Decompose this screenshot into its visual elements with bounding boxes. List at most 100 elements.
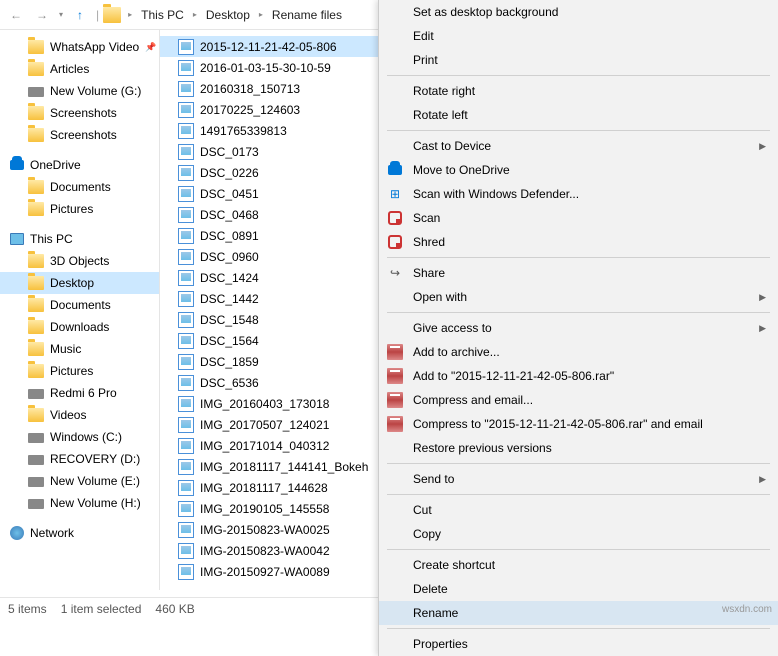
menu-item[interactable]: Restore previous versions [379,436,778,460]
image-file-icon [178,438,194,454]
folder-icon [28,62,44,76]
up-button[interactable]: ↑ [68,3,92,27]
file-name: DSC_0960 [200,250,259,264]
image-file-icon [178,522,194,538]
tree-item[interactable]: New Volume (H:) [0,492,159,514]
tree-item[interactable]: Screenshots [0,124,159,146]
folder-icon [28,40,44,54]
crumb-desktop[interactable]: Desktop [202,6,254,24]
winrar-icon [387,392,403,408]
menu-item[interactable]: Properties [379,632,778,656]
menu-item[interactable]: Rename [379,601,778,625]
menu-item[interactable]: Rotate right [379,79,778,103]
menu-item[interactable]: Compress and email... [379,388,778,412]
tree-item[interactable]: Desktop [0,272,159,294]
menu-item-label: Rotate left [413,108,766,122]
crumb-this-pc[interactable]: This PC [137,6,188,24]
menu-item-label: Open with [413,290,751,304]
tree-item-label: Screenshots [50,106,117,120]
menu-item-label: Share [413,266,766,280]
menu-item[interactable]: Move to OneDrive [379,158,778,182]
file-name: DSC_0173 [200,145,259,159]
image-file-icon [178,60,194,76]
tree-item[interactable]: Screenshots [0,102,159,124]
menu-item[interactable]: Print [379,48,778,72]
back-button[interactable]: ← [4,3,28,27]
menu-item-label: Rotate right [413,84,766,98]
tree-item[interactable]: Articles [0,58,159,80]
tree-network[interactable]: Network [0,522,159,544]
image-file-icon [178,207,194,223]
forward-button[interactable]: → [30,3,54,27]
tree-item[interactable]: Redmi 6 Pro [0,382,159,404]
mcafee-icon [388,211,402,225]
menu-item-label: Compress and email... [413,393,766,407]
menu-item-label: Shred [413,235,766,249]
menu-item[interactable]: Open with ▶ [379,285,778,309]
menu-item[interactable]: Create shortcut [379,553,778,577]
menu-separator [387,463,770,464]
menu-item-label: Set as desktop background [413,5,766,19]
image-file-icon [178,291,194,307]
menu-item[interactable]: Shred [379,230,778,254]
tree-item-label: Articles [50,62,89,76]
menu-item[interactable]: Scan [379,206,778,230]
tree-this-pc[interactable]: This PC [0,228,159,250]
menu-item[interactable]: Delete [379,577,778,601]
file-name: DSC_6536 [200,376,259,390]
image-file-icon [178,249,194,265]
folder-icon [28,408,44,422]
tree-item[interactable]: Documents [0,176,159,198]
menu-item-label: Cast to Device [413,139,751,153]
tree-item[interactable]: Pictures [0,198,159,220]
tree-item[interactable]: New Volume (G:) [0,80,159,102]
tree-item[interactable]: Windows (C:) [0,426,159,448]
file-name: 1491765339813 [200,124,287,138]
file-name: IMG-20150823-WA0042 [200,544,330,558]
menu-item[interactable]: Give access to▶ [379,316,778,340]
tree-item-label: New Volume (H:) [50,496,141,510]
submenu-arrow-icon: ▶ [759,292,766,303]
menu-separator [387,494,770,495]
tree-item[interactable]: 3D Objects [0,250,159,272]
menu-item[interactable]: Cast to Device ▶ [379,134,778,158]
tree-item[interactable]: New Volume (E:) [0,470,159,492]
menu-item[interactable]: Compress to "2015-12-11-21-42-05-806.rar… [379,412,778,436]
menu-item[interactable]: Add to archive... [379,340,778,364]
menu-item[interactable]: Cut [379,498,778,522]
tree-item[interactable]: Pictures [0,360,159,382]
onedrive-icon [10,160,24,170]
tree-item-label: New Volume (G:) [50,84,141,98]
menu-item[interactable]: Edit [379,24,778,48]
tree-item[interactable]: Music [0,338,159,360]
menu-item-label: Move to OneDrive [413,163,766,177]
tree-item[interactable]: Downloads [0,316,159,338]
submenu-arrow-icon: ▶ [759,474,766,485]
tree-item[interactable]: Documents [0,294,159,316]
share-icon: ↪ [390,266,400,280]
menu-item[interactable]: Rotate left [379,103,778,127]
tree-item[interactable]: Videos [0,404,159,426]
tree-item[interactable]: RECOVERY (D:) [0,448,159,470]
menu-item[interactable]: Send to▶ [379,467,778,491]
menu-item[interactable]: Add to "2015-12-11-21-42-05-806.rar" [379,364,778,388]
winrar-icon [387,416,403,432]
image-file-icon [178,375,194,391]
history-dropdown-icon[interactable]: ▾ [56,10,66,19]
menu-item[interactable]: ↪ Share [379,261,778,285]
menu-item[interactable]: Copy [379,522,778,546]
file-name: DSC_1442 [200,292,259,306]
crumb-rename-files[interactable]: Rename files [268,6,346,24]
submenu-arrow-icon: ▶ [759,141,766,152]
tree-item[interactable]: WhatsApp Video📌 [0,36,159,58]
menu-item[interactable]: Set as desktop background [379,0,778,24]
menu-separator [387,628,770,629]
folder-icon [28,320,44,334]
tree-onedrive[interactable]: OneDrive [0,154,159,176]
menu-item[interactable]: ⊞Scan with Windows Defender... [379,182,778,206]
tree-item-label: Screenshots [50,128,117,142]
tree-item-label: Redmi 6 Pro [50,386,117,400]
image-file-icon [178,228,194,244]
tree-item-label: Documents [50,180,111,194]
image-file-icon [178,39,194,55]
